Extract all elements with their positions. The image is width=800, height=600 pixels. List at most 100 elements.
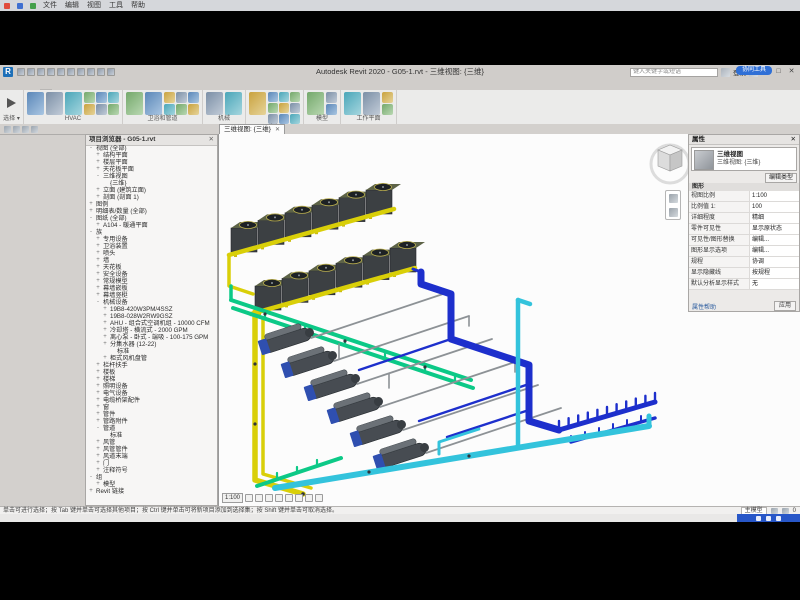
browser-tree-item[interactable]: + 风道末端 xyxy=(86,453,217,460)
switch-tool-icon[interactable] xyxy=(290,114,300,124)
expand-toggle-icon[interactable]: + xyxy=(95,187,101,194)
convert-flex-duct-tool-icon[interactable] xyxy=(96,104,107,115)
browser-tree-item[interactable]: + 分集水器 (12-22) xyxy=(86,341,217,348)
expand-toggle-icon[interactable]: + xyxy=(95,152,101,159)
model-group-tool-icon[interactable] xyxy=(326,104,337,115)
properties-close-icon[interactable]: ✕ xyxy=(791,135,796,144)
condenser-pipes-blue[interactable] xyxy=(359,269,655,442)
temporary-hide-isolate-icon[interactable] xyxy=(305,494,313,502)
property-row[interactable]: 可见性/图形替换 编辑... xyxy=(689,235,799,246)
expand-toggle-icon[interactable]: - xyxy=(88,145,94,152)
modify-cursor-icon[interactable] xyxy=(7,98,16,108)
wire-tool-icon[interactable] xyxy=(249,92,266,115)
browser-tree-item[interactable]: 标准 xyxy=(86,432,217,439)
browser-tree-item[interactable]: + 电缆桥架配件 xyxy=(86,397,217,404)
pipe-fitting-tool-icon[interactable] xyxy=(164,92,175,103)
browser-tree-item[interactable]: + 幕墙竖梃 xyxy=(86,292,217,299)
navigation-bar[interactable] xyxy=(665,190,681,220)
conduit-fitting-tool-icon[interactable] xyxy=(279,92,289,102)
expand-toggle-icon[interactable]: + xyxy=(95,411,101,418)
host-menu-item[interactable]: 帮助 xyxy=(131,0,145,11)
property-row[interactable]: 详细程度 精细 xyxy=(689,213,799,224)
pipe-accessory-tool-icon[interactable] xyxy=(164,104,175,115)
expand-toggle-icon[interactable]: + xyxy=(95,250,101,257)
tray-icon-1[interactable] xyxy=(756,516,761,521)
set-work-plane-tool-icon[interactable] xyxy=(344,92,361,115)
expand-toggle-icon[interactable]: + xyxy=(95,460,101,467)
expand-toggle-icon[interactable]: - xyxy=(95,425,101,432)
browser-tree-item[interactable]: + 安全设备 xyxy=(86,271,217,278)
expand-toggle-icon[interactable]: + xyxy=(102,327,108,334)
browser-tree-item[interactable]: + 喷头 xyxy=(86,250,217,257)
browser-tree-item[interactable]: + 风管管件 xyxy=(86,446,217,453)
join-option-icon[interactable] xyxy=(13,126,20,133)
property-row[interactable]: 图形显示选项 编辑... xyxy=(689,246,799,257)
expand-toggle-icon[interactable] xyxy=(109,348,115,355)
mechanical-equipment-tool-icon[interactable] xyxy=(206,92,223,115)
browser-tree-item[interactable]: + 专用设备 xyxy=(86,236,217,243)
lighting-fixture-tool-icon[interactable] xyxy=(290,92,300,102)
expand-toggle-icon[interactable]: + xyxy=(102,320,108,327)
property-value[interactable]: 显示原状态 xyxy=(750,224,799,234)
expand-toggle-icon[interactable]: - xyxy=(95,173,101,180)
type-selector[interactable]: 三维视图 三维视图: {三维} xyxy=(691,147,797,171)
expand-toggle-icon[interactable]: + xyxy=(88,208,94,215)
host-menu-item[interactable]: 编辑 xyxy=(65,0,79,11)
duct-accessory-tool-icon[interactable] xyxy=(84,104,95,115)
browser-tree-item[interactable]: + 栏杆扶手 xyxy=(86,362,217,369)
browser-tree-item[interactable]: + 天花板 xyxy=(86,264,217,271)
pipe-tool-icon[interactable] xyxy=(126,92,143,115)
model-line-tool-icon[interactable] xyxy=(307,92,324,115)
property-value[interactable]: 按规程 xyxy=(750,268,799,278)
host-menu-item[interactable]: 工具 xyxy=(109,0,123,11)
expand-toggle-icon[interactable]: + xyxy=(95,166,101,173)
browser-tree-item[interactable]: + 照明设备 xyxy=(86,383,217,390)
property-row[interactable]: 显示隐藏线 按规程 xyxy=(689,268,799,279)
plugin-button[interactable]: 协同工具 xyxy=(736,66,772,75)
expand-toggle-icon[interactable]: + xyxy=(95,376,101,383)
browser-tree-item[interactable]: + Revit 链接 xyxy=(86,488,217,495)
properties-help-link[interactable]: 属性帮助 xyxy=(692,302,716,311)
expand-toggle-icon[interactable]: - xyxy=(88,229,94,236)
expand-toggle-icon[interactable]: + xyxy=(102,341,108,348)
browser-tree-item[interactable]: + 管路附件 xyxy=(86,418,217,425)
modify-option-icon[interactable] xyxy=(4,126,11,133)
expand-toggle-icon[interactable]: + xyxy=(95,446,101,453)
browser-tree-item[interactable]: + 楼层平面 xyxy=(86,159,217,166)
air-terminal-tool-icon[interactable] xyxy=(96,92,107,103)
browser-tree-item[interactable]: + 风管 xyxy=(86,439,217,446)
sprinkler-tool-icon[interactable] xyxy=(188,92,199,103)
expand-toggle-icon[interactable]: + xyxy=(95,292,101,299)
expand-toggle-icon[interactable]: - xyxy=(88,215,94,222)
browser-tree-item[interactable]: + A104 - 暖通平面 xyxy=(86,222,217,229)
property-row[interactable]: 规程 协调 xyxy=(689,257,799,268)
browser-tree-item[interactable]: - 视图 (全部) xyxy=(86,145,217,152)
show-work-plane-tool-icon[interactable] xyxy=(363,92,380,115)
expand-toggle-icon[interactable]: + xyxy=(88,201,94,208)
host-menu-item[interactable]: 文件 xyxy=(43,0,57,11)
fabrication-part-tool-icon[interactable] xyxy=(225,92,242,115)
browser-tree-item[interactable]: + 19B8-420W3PM/4SSZ xyxy=(86,306,217,313)
help-search-input[interactable] xyxy=(630,68,718,77)
property-value[interactable]: 编辑... xyxy=(750,246,799,256)
expand-toggle-icon[interactable]: + xyxy=(95,439,101,446)
expand-toggle-icon[interactable]: + xyxy=(95,159,101,166)
view-cube[interactable] xyxy=(646,138,694,186)
duct-lining-tool-icon[interactable] xyxy=(108,104,119,115)
browser-tree-item[interactable]: + 墙 xyxy=(86,257,217,264)
duct-insulation-tool-icon[interactable] xyxy=(108,92,119,103)
browser-tree-item[interactable]: + 卫浴装置 xyxy=(86,243,217,250)
zoom-icon[interactable] xyxy=(669,208,678,217)
browser-tree-item[interactable]: + 门 xyxy=(86,460,217,467)
browser-tree-item[interactable]: + 楼梯 xyxy=(86,376,217,383)
expand-toggle-icon[interactable]: + xyxy=(95,285,101,292)
close-button[interactable]: ✕ xyxy=(785,65,798,79)
browser-tree-item[interactable]: - 三维视图 xyxy=(86,173,217,180)
viewer-tool-icon[interactable] xyxy=(382,104,393,115)
browser-tree-item[interactable]: + 注释符号 xyxy=(86,467,217,474)
view-scale-button[interactable]: 1:100 xyxy=(222,493,243,503)
reveal-hidden-icon[interactable] xyxy=(315,494,323,502)
property-row[interactable]: 零件可见性 显示原状态 xyxy=(689,224,799,235)
property-value[interactable]: 编辑... xyxy=(750,235,799,245)
property-value[interactable]: 无 xyxy=(750,279,799,289)
